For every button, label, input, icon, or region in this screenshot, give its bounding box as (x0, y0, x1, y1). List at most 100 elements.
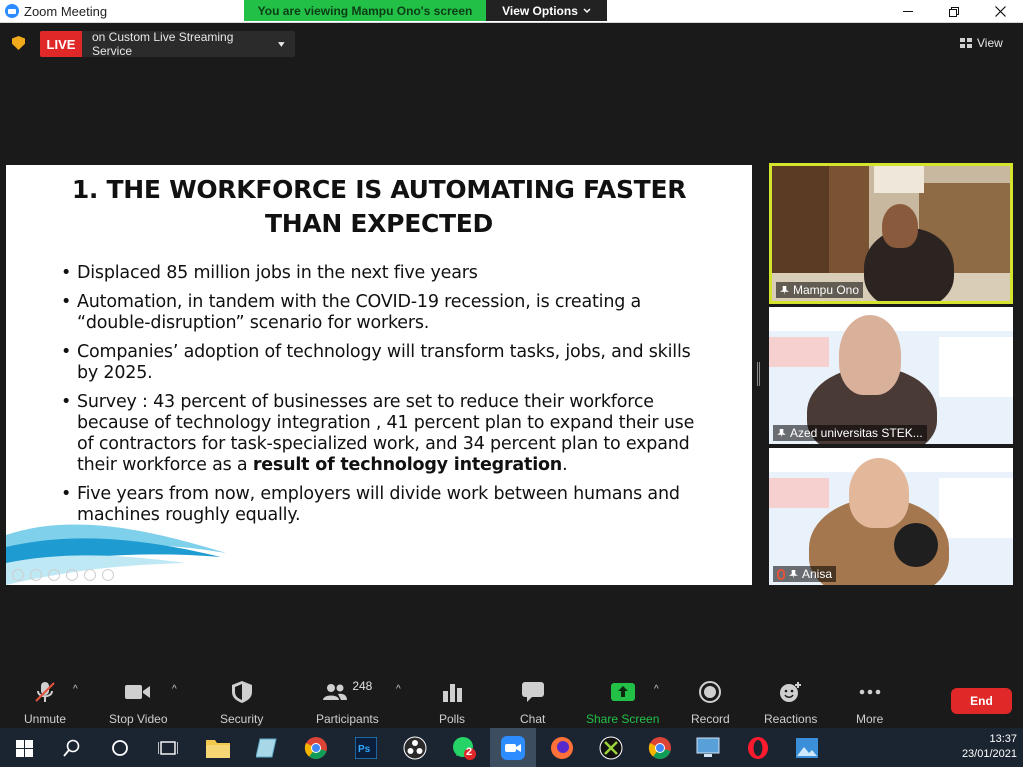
share-options-caret[interactable]: ^ (654, 684, 659, 695)
participant-face (849, 458, 909, 528)
video-tile-azed[interactable]: Azed universitas STEK... (769, 307, 1013, 444)
svg-text:Ps: Ps (358, 744, 371, 755)
slide-bullet-bold-text: result of technology integration (252, 455, 563, 475)
photos-app[interactable] (793, 734, 821, 762)
task-view-button[interactable] (154, 734, 182, 762)
mic-muted-icon (777, 568, 785, 580)
chrome-icon (648, 737, 671, 759)
end-meeting-button[interactable]: End (951, 688, 1012, 714)
slide-next-icon[interactable] (30, 569, 42, 581)
panel-resize-handle[interactable] (757, 362, 760, 386)
caret-down-icon (278, 41, 285, 47)
slide-grid-icon[interactable] (66, 569, 78, 581)
whatsapp-app[interactable]: 2 (450, 734, 478, 762)
slide-pen-icon[interactable] (48, 569, 60, 581)
record-button[interactable]: Record (691, 680, 730, 726)
video-tile-anisa[interactable]: Anisa (769, 448, 1013, 585)
notebook-icon (256, 738, 277, 758)
participants-button[interactable]: 248 Participants (316, 679, 379, 726)
monitor-icon (696, 737, 720, 757)
chrome-icon (304, 737, 327, 759)
view-options-button[interactable]: View Options (486, 0, 607, 21)
close-button[interactable] (977, 0, 1023, 23)
participants-label: Participants (316, 712, 379, 726)
more-button[interactable]: More (856, 680, 883, 726)
opera-icon (748, 737, 768, 759)
pin-icon (789, 569, 798, 579)
slide-title: 1. THE WORKFORCE IS AUTOMATING FASTER TH… (6, 173, 752, 241)
opera-app[interactable] (744, 734, 772, 762)
slide-title-line-2: THAN EXPECTED (264, 209, 494, 238)
share-screen-button[interactable]: Share Screen (586, 680, 659, 726)
restore-button[interactable] (931, 0, 977, 23)
video-camera-icon (125, 685, 151, 699)
zoom-app-icon (501, 735, 525, 760)
more-dots-icon (859, 689, 880, 695)
xbox-app[interactable] (597, 734, 625, 762)
cortana-button[interactable] (106, 734, 134, 762)
windows-logo-icon (15, 739, 33, 757)
whatsapp-notification-badge: 2 (466, 746, 473, 758)
polls-label: Polls (439, 712, 466, 726)
clock-date: 23/01/2021 (961, 748, 1017, 760)
slide-zoom-icon[interactable] (84, 569, 96, 581)
slide-bullet-end: . (562, 455, 568, 475)
polls-button[interactable]: Polls (439, 680, 465, 726)
slide-bullet: Companies’ adoption of technology will t… (61, 342, 711, 384)
participants-options-caret[interactable]: ^ (396, 684, 401, 695)
close-icon (994, 6, 1006, 17)
security-button[interactable]: Security (220, 680, 263, 726)
remote-desktop-app[interactable] (694, 734, 722, 762)
chevron-down-icon (583, 7, 591, 13)
firefox-app[interactable] (548, 734, 576, 762)
zoom-app[interactable] (490, 728, 536, 767)
participants-count: 248 (352, 679, 373, 693)
live-streaming-indicator[interactable]: LIVE on Custom Live Streaming Service (40, 30, 295, 58)
obs-app[interactable] (401, 734, 429, 762)
participant-name: Azed universitas STEK... (790, 426, 923, 440)
slide-more-icon[interactable] (102, 569, 114, 581)
stop-video-button[interactable]: Stop Video (109, 680, 168, 726)
security-shield-icon[interactable] (12, 36, 25, 50)
participant-name-label: Anisa (773, 566, 837, 582)
participant-name-label: Azed universitas STEK... (773, 425, 927, 441)
window-title-bar: Zoom Meeting You are viewing Mampu Ono's… (0, 0, 1023, 23)
live-badge: LIVE (40, 31, 82, 57)
unmute-button[interactable]: Unmute (24, 680, 66, 726)
polls-icon (443, 684, 462, 702)
photoshop-app[interactable]: Ps (352, 734, 380, 762)
notebook-app[interactable] (253, 734, 281, 762)
task-view-icon (158, 741, 178, 755)
slide-bullet: Displaced 85 million jobs in the next fi… (61, 263, 711, 284)
search-icon (63, 739, 80, 757)
system-clock[interactable]: 13:37 23/01/2021 (962, 732, 1017, 762)
video-tile-mampu-ono[interactable]: Mampu Ono (769, 163, 1013, 304)
audio-options-caret[interactable]: ^ (73, 684, 78, 695)
taskbar-search-button[interactable] (58, 734, 86, 762)
slide-bullet: Survey : 43 percent of businesses are se… (61, 392, 711, 476)
slide-title-line-1: 1. THE WORKFORCE IS AUTOMATING FASTER (71, 175, 687, 204)
slide-prev-icon[interactable] (12, 569, 24, 581)
chrome-app[interactable] (302, 734, 330, 762)
windows-start-button[interactable] (10, 734, 38, 762)
file-explorer-app[interactable] (204, 734, 232, 762)
slide-nav-controls[interactable] (12, 569, 114, 581)
firefox-icon (551, 737, 573, 759)
security-label: Security (220, 712, 264, 726)
viewing-screen-label: You are viewing Mampu Ono's screen (244, 0, 486, 21)
mic-muted-icon (35, 682, 55, 702)
slide-bullet: Automation, in tandem with the COVID-19 … (61, 292, 711, 334)
reactions-button[interactable]: Reactions (764, 680, 817, 726)
minimize-button[interactable] (885, 0, 931, 23)
chat-button[interactable]: Chat (520, 680, 545, 726)
pin-icon (780, 285, 789, 295)
video-options-caret[interactable]: ^ (172, 684, 177, 695)
participant-face (839, 315, 901, 395)
reactions-smiley-icon (779, 682, 801, 702)
view-layout-button[interactable]: View (960, 31, 1018, 55)
more-label: More (856, 712, 884, 726)
screen-share-banner: You are viewing Mampu Ono's screen View … (244, 0, 607, 21)
window-title: Zoom Meeting (24, 4, 108, 19)
live-service-dropdown[interactable]: on Custom Live Streaming Service (82, 30, 295, 58)
chrome-app-2[interactable] (646, 734, 674, 762)
